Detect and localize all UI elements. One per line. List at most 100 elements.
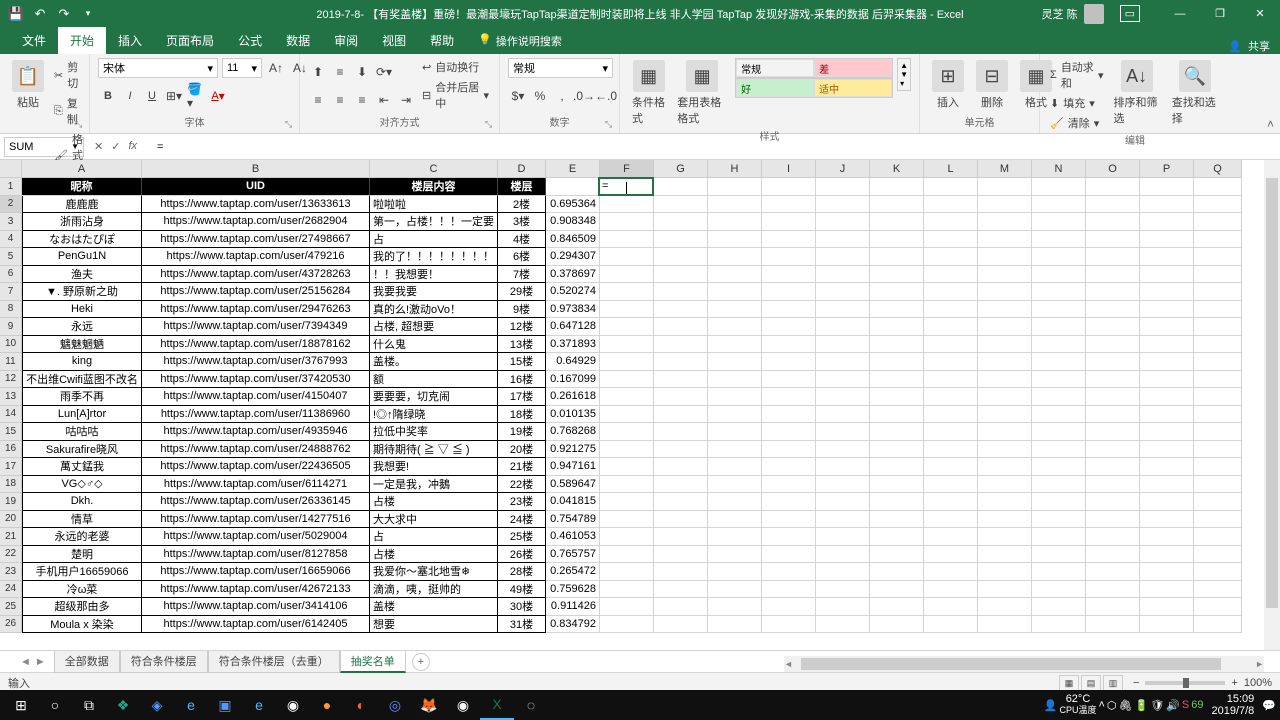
table-header[interactable]: 楼层 (498, 178, 546, 196)
cell[interactable] (870, 266, 924, 284)
col-header-D[interactable]: D (498, 160, 546, 178)
cell[interactable] (1194, 406, 1242, 424)
cell[interactable] (1194, 353, 1242, 371)
table-header[interactable]: 楼层内容 (370, 178, 498, 196)
cell[interactable] (600, 283, 654, 301)
cell[interactable] (1086, 423, 1140, 441)
zoom-out-button[interactable]: − (1133, 677, 1139, 689)
cell[interactable] (762, 283, 816, 301)
cell[interactable] (924, 231, 978, 249)
search-icon[interactable]: ○ (38, 690, 72, 720)
cell[interactable] (762, 336, 816, 354)
cell[interactable]: https://www.taptap.com/user/18878162 (142, 336, 370, 354)
cell[interactable] (708, 231, 762, 249)
cell[interactable] (978, 318, 1032, 336)
table-format-button[interactable]: ▦套用表格格式 (673, 58, 731, 128)
cell[interactable] (1194, 581, 1242, 599)
cell[interactable] (1194, 511, 1242, 529)
cell[interactable] (1086, 388, 1140, 406)
cell[interactable] (1086, 371, 1140, 389)
cell[interactable]: 0.010135 (546, 406, 600, 424)
cell[interactable]: https://www.taptap.com/user/11386960 (142, 406, 370, 424)
cell[interactable] (762, 546, 816, 564)
col-header-N[interactable]: N (1032, 160, 1086, 178)
cell[interactable] (654, 353, 708, 371)
cell[interactable] (600, 266, 654, 284)
cell[interactable] (870, 301, 924, 319)
cell[interactable]: 超级那由多 (22, 598, 142, 616)
cancel-formula-icon[interactable]: ✕ (94, 140, 103, 153)
cell[interactable] (708, 458, 762, 476)
cell[interactable] (708, 248, 762, 266)
fill-button[interactable]: ⬇填充▾ (1048, 94, 1105, 112)
clipboard-launcher-icon[interactable]: ⤡ (75, 119, 87, 131)
cell[interactable]: 我爱你～塞北地雪❄ (370, 563, 498, 581)
cell[interactable] (870, 248, 924, 266)
app-icon[interactable]: ◈ (140, 690, 174, 720)
row-header[interactable]: 15 (0, 423, 22, 441)
cell[interactable] (654, 178, 708, 196)
col-header-A[interactable]: A (22, 160, 142, 178)
cell[interactable] (978, 458, 1032, 476)
cell[interactable] (870, 441, 924, 459)
cell[interactable]: 渔夫 (22, 266, 142, 284)
cell[interactable]: 我要我要 (370, 283, 498, 301)
cell[interactable] (816, 441, 870, 459)
cell[interactable] (600, 528, 654, 546)
cell[interactable] (924, 318, 978, 336)
cell[interactable]: 29楼 (498, 283, 546, 301)
cell[interactable]: 情草 (22, 511, 142, 529)
cell[interactable] (1140, 248, 1194, 266)
view-page-button[interactable]: ▤ (1081, 675, 1101, 691)
cell[interactable] (1194, 528, 1242, 546)
cell[interactable] (816, 178, 870, 196)
cell[interactable] (654, 616, 708, 634)
vscroll-thumb[interactable] (1266, 178, 1278, 608)
cell[interactable]: 0.911426 (546, 598, 600, 616)
cell[interactable] (1194, 248, 1242, 266)
cell[interactable] (1086, 581, 1140, 599)
indent-inc-button[interactable]: ⇥ (396, 90, 416, 110)
cell[interactable]: なおはたぴぽ (22, 231, 142, 249)
cell[interactable] (1194, 266, 1242, 284)
cell[interactable] (1194, 598, 1242, 616)
app-icon[interactable]: ◉ (276, 690, 310, 720)
cell[interactable]: https://www.taptap.com/user/3767993 (142, 353, 370, 371)
cell[interactable] (708, 266, 762, 284)
redo-icon[interactable]: ↷ (56, 6, 72, 22)
cell[interactable] (816, 616, 870, 634)
cell[interactable] (816, 301, 870, 319)
row-header[interactable]: 8 (0, 301, 22, 319)
vertical-scrollbar[interactable] (1264, 160, 1280, 650)
cell[interactable] (1032, 423, 1086, 441)
cell[interactable] (1194, 371, 1242, 389)
cell[interactable] (600, 213, 654, 231)
cell[interactable]: 永远 (22, 318, 142, 336)
cell[interactable] (870, 493, 924, 511)
cell[interactable]: 第一，占楼！！！一定要 (370, 213, 498, 231)
cell[interactable]: 0.921275 (546, 441, 600, 459)
row-header[interactable]: 14 (0, 406, 22, 424)
cell[interactable]: 拉低中奖率 (370, 423, 498, 441)
cell[interactable] (762, 266, 816, 284)
col-header-B[interactable]: B (142, 160, 370, 178)
cell[interactable] (1140, 563, 1194, 581)
cell[interactable] (600, 196, 654, 214)
cell[interactable] (1140, 388, 1194, 406)
zoom-level[interactable]: 100% (1244, 677, 1272, 689)
cell[interactable] (600, 581, 654, 599)
col-header-I[interactable]: I (762, 160, 816, 178)
tray-icon[interactable]: ˄ (1098, 699, 1104, 711)
cell[interactable]: 0.973834 (546, 301, 600, 319)
sheet-tab[interactable]: 抽奖名单 (340, 651, 406, 673)
cell[interactable]: VG◇♂◇ (22, 476, 142, 494)
cell[interactable] (870, 581, 924, 599)
currency-button[interactable]: $▾ (508, 86, 528, 106)
cell[interactable] (1032, 581, 1086, 599)
cell[interactable] (654, 581, 708, 599)
cell[interactable]: 浙雨沾身 (22, 213, 142, 231)
cell[interactable] (978, 441, 1032, 459)
save-icon[interactable]: 💾 (8, 6, 24, 22)
cell[interactable] (1194, 283, 1242, 301)
col-header-O[interactable]: O (1086, 160, 1140, 178)
